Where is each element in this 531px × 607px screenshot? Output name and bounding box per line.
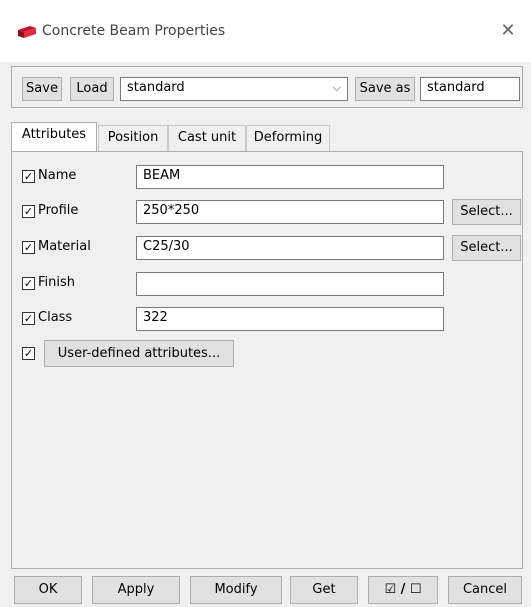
class-checkbox[interactable]: ✓ [22,312,35,325]
finish-input[interactable] [136,272,444,296]
window-title: Concrete Beam Properties [42,23,226,39]
tab-deforming[interactable]: Deforming [246,125,330,151]
material-label: Material [38,239,91,254]
user-defined-attributes-button[interactable]: User-defined attributes... [44,340,234,367]
toggle-all-checkboxes-button[interactable]: ☑ / ☐ [368,576,438,604]
save-as-button[interactable]: Save as [355,77,415,101]
close-icon[interactable]: ✕ [495,18,521,44]
user-defined-checkbox[interactable]: ✓ [22,347,35,360]
apply-button[interactable]: Apply [92,576,180,604]
class-input[interactable]: 322 [136,307,444,331]
ok-button[interactable]: OK [14,576,82,604]
tab-cast-unit[interactable]: Cast unit [168,125,246,151]
material-input[interactable]: C25/30 [136,236,444,260]
app-icon [18,26,36,38]
finish-label: Finish [38,275,76,290]
finish-checkbox[interactable]: ✓ [22,277,35,290]
save-button[interactable]: Save [22,77,62,101]
profile-input[interactable]: 250*250 [136,200,444,224]
name-input[interactable]: BEAM [136,165,444,189]
material-checkbox[interactable]: ✓ [22,241,35,254]
chevron-down-icon: ⌵ [332,81,341,94]
load-button[interactable]: Load [70,77,114,101]
concrete-beam-properties-dialog: Concrete Beam Properties ✕ Save Load sta… [0,0,531,607]
tab-position[interactable]: Position [98,125,168,151]
modify-button[interactable]: Modify [190,576,282,604]
profile-label: Profile [38,203,79,218]
preset-toolbar: Save Load standard ⌵ Save as standard [11,66,523,108]
save-as-input[interactable]: standard [420,77,520,101]
name-label: Name [38,168,77,183]
title-bar: Concrete Beam Properties ✕ [0,0,531,62]
class-label: Class [38,310,73,325]
get-button[interactable]: Get [290,576,358,604]
preset-select[interactable]: standard ⌵ [120,77,348,101]
tab-attributes[interactable]: Attributes [11,122,97,152]
profile-select-button[interactable]: Select... [452,199,521,225]
preset-select-value: standard [127,80,185,95]
name-checkbox[interactable]: ✓ [22,170,35,183]
material-select-button[interactable]: Select... [452,235,521,261]
profile-checkbox[interactable]: ✓ [22,205,35,218]
cancel-button[interactable]: Cancel [448,576,522,604]
